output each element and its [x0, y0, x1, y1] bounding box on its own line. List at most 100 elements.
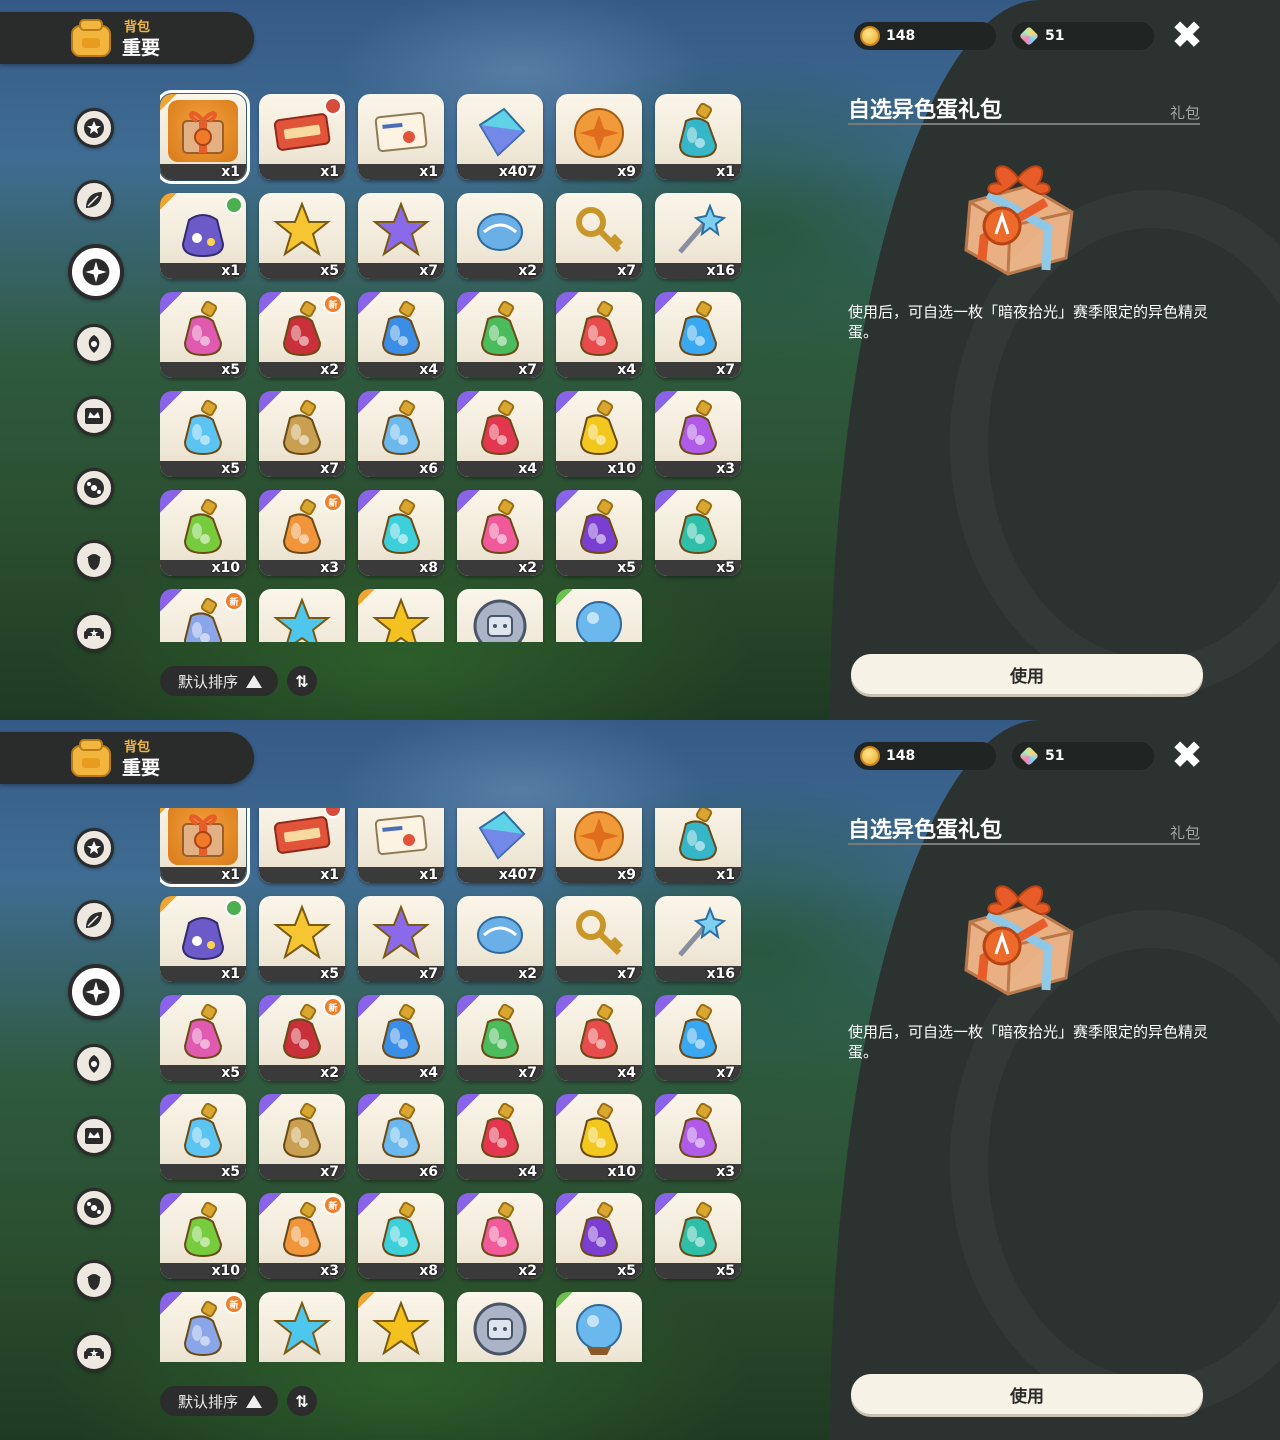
inventory-slot[interactable]: x43 [457, 589, 543, 642]
inventory-slot[interactable]: x7 [655, 995, 741, 1081]
inventory-slot[interactable]: x5 [259, 896, 345, 982]
inventory-slot[interactable]: x5 [259, 1292, 345, 1362]
inventory-slot[interactable]: x2 [457, 490, 543, 576]
inventory-slot[interactable]: 新 x3 [259, 1193, 345, 1279]
inventory-slot[interactable]: x9 [556, 94, 642, 180]
inventory-slot[interactable]: x7 [655, 292, 741, 378]
category-tab-star-badge[interactable] [74, 108, 114, 148]
inventory-slot[interactable]: x7 [259, 391, 345, 477]
inventory-slot[interactable]: x6 [358, 391, 444, 477]
inventory-slot[interactable]: x2 [457, 1193, 543, 1279]
category-tab-acorn[interactable] [74, 1260, 114, 1300]
inventory-slot[interactable]: x7 [457, 292, 543, 378]
inventory-slot[interactable]: x1 [160, 193, 246, 279]
category-tab-leaf[interactable] [74, 180, 114, 220]
inventory-slot[interactable]: x8 [358, 1193, 444, 1279]
sort-order-toggle[interactable]: ⇅ [287, 1386, 317, 1416]
inventory-slot[interactable]: x5 [160, 391, 246, 477]
inventory-slot[interactable]: x8 [358, 490, 444, 576]
inventory-slot[interactable]: x6 [358, 1094, 444, 1180]
inventory-slot[interactable]: x1 [259, 808, 345, 883]
category-tab-acorn[interactable] [74, 540, 114, 580]
inventory-slot[interactable]: x43 [457, 1292, 543, 1362]
use-button[interactable]: 使用 [851, 654, 1203, 694]
item-quantity: x7 [716, 1065, 735, 1081]
category-tab-ball[interactable] [74, 1188, 114, 1228]
inventory-slot[interactable]: 新x2 [259, 995, 345, 1081]
inventory-slot[interactable]: x1 [556, 1292, 642, 1362]
inventory-slot[interactable]: x2 [358, 1292, 444, 1362]
category-tab-petal[interactable] [74, 1044, 114, 1084]
inventory-slot[interactable]: 新x2 [160, 1292, 246, 1362]
category-tab-crown-card[interactable] [74, 1116, 114, 1156]
inventory-slot[interactable]: x3 [655, 391, 741, 477]
inventory-slot[interactable]: x10 [160, 490, 246, 576]
inventory-slot[interactable]: x5 [259, 193, 345, 279]
inventory-slot[interactable]: x4 [358, 995, 444, 1081]
inventory-slot[interactable]: x5 [655, 1193, 741, 1279]
inventory-slot[interactable]: x10 [556, 391, 642, 477]
inventory-slot[interactable]: x5 [160, 1094, 246, 1180]
inventory-slot[interactable]: x407 [457, 94, 543, 180]
sort-order-toggle[interactable]: ⇅ [287, 666, 317, 696]
inventory-slot[interactable]: 新x2 [259, 292, 345, 378]
inventory-slot[interactable]: x5 [160, 292, 246, 378]
inventory-slot[interactable]: x1 [358, 94, 444, 180]
category-tab-petal[interactable] [74, 324, 114, 364]
inventory-slot[interactable]: x1 [160, 90, 250, 184]
potion-lime-icon [168, 1199, 238, 1261]
inventory-slot[interactable]: x7 [556, 193, 642, 279]
category-tab-ball[interactable] [74, 468, 114, 508]
inventory-slot[interactable]: x5 [556, 490, 642, 576]
inventory-slot[interactable]: x16 [655, 896, 741, 982]
inventory-slot[interactable]: x16 [655, 193, 741, 279]
inventory-slot[interactable]: x1 [160, 808, 250, 887]
inventory-slot[interactable]: x1 [655, 94, 741, 180]
inventory-slot[interactable]: x9 [556, 808, 642, 883]
close-button[interactable]: ✖ [1170, 736, 1204, 774]
inventory-slot[interactable]: x1 [655, 808, 741, 883]
inventory-slot[interactable]: x7 [358, 896, 444, 982]
inventory-slot[interactable]: x1 [556, 589, 642, 642]
inventory-slot[interactable]: x2 [457, 896, 543, 982]
inventory-slot[interactable]: x1 [160, 896, 246, 982]
sort-dropdown[interactable]: 默认排序 [160, 666, 278, 696]
inventory-slot[interactable]: x3 [655, 1094, 741, 1180]
inventory-slot[interactable]: 新 x3 [259, 490, 345, 576]
inventory-slot[interactable]: x4 [556, 292, 642, 378]
inventory-slot[interactable]: x5 [556, 1193, 642, 1279]
inventory-slot[interactable]: x1 [358, 808, 444, 883]
category-tab-sparkle-badge[interactable] [68, 244, 124, 300]
inventory-slot[interactable]: x1 [259, 94, 345, 180]
potion-darkpurple-icon [564, 1199, 634, 1261]
inventory-slot[interactable]: x5 [655, 490, 741, 576]
inventory-slot[interactable]: x7 [358, 193, 444, 279]
use-button[interactable]: 使用 [851, 1374, 1203, 1414]
item-quantity: x16 [706, 966, 735, 982]
potion-teal-icon [663, 496, 733, 558]
category-tab-star-badge[interactable] [74, 828, 114, 868]
category-tab-sofa[interactable] [74, 612, 114, 652]
inventory-slot[interactable]: x7 [556, 896, 642, 982]
category-tab-leaf[interactable] [74, 900, 114, 940]
inventory-slot[interactable]: x2 [358, 589, 444, 642]
category-tab-sparkle-badge[interactable] [68, 964, 124, 1020]
inventory-slot[interactable]: x5 [160, 995, 246, 1081]
inventory-slot[interactable]: x4 [556, 995, 642, 1081]
category-tab-sofa[interactable] [74, 1332, 114, 1372]
sort-dropdown[interactable]: 默认排序 [160, 1386, 278, 1416]
inventory-slot[interactable]: x4 [457, 1094, 543, 1180]
inventory-slot[interactable]: x407 [457, 808, 543, 883]
inventory-slot[interactable]: x10 [160, 1193, 246, 1279]
inventory-slot[interactable]: x7 [457, 995, 543, 1081]
inventory-slot[interactable]: x4 [358, 292, 444, 378]
inventory-slot[interactable]: 新x2 [160, 589, 246, 642]
inventory-slot[interactable]: x5 [259, 589, 345, 642]
category-tab-crown-card[interactable] [74, 396, 114, 436]
inventory-slot[interactable]: x7 [259, 1094, 345, 1180]
inventory-slot[interactable]: x4 [457, 391, 543, 477]
item-quantity: x4 [419, 1065, 438, 1081]
inventory-slot[interactable]: x10 [556, 1094, 642, 1180]
close-button[interactable]: ✖ [1170, 16, 1204, 54]
inventory-slot[interactable]: x2 [457, 193, 543, 279]
